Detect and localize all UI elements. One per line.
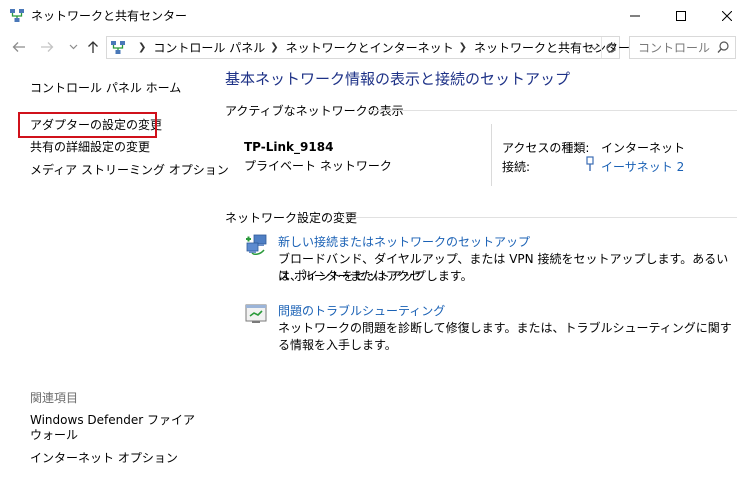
divider: [344, 217, 737, 218]
up-arrow-icon: [88, 41, 98, 53]
access-type-label: アクセスの種類:: [502, 141, 590, 155]
refresh-icon: [605, 42, 616, 53]
network-name: TP-Link_9184: [244, 140, 334, 154]
forward-button[interactable]: [38, 37, 56, 57]
chevron-down-icon: [590, 45, 598, 50]
back-arrow-icon: [12, 42, 25, 52]
search-box[interactable]: [629, 36, 736, 59]
title-bar: ネットワークと共有センター: [0, 0, 750, 32]
network-center-app-icon: [10, 9, 24, 22]
network-settings-label: ネットワーク設定の変更: [225, 211, 358, 225]
minimize-button[interactable]: [612, 0, 658, 32]
refresh-button[interactable]: [601, 37, 619, 58]
breadcrumb-control-panel[interactable]: コントロール パネル: [153, 39, 265, 56]
troubleshoot-link[interactable]: 問題のトラブルシューティング: [278, 302, 445, 319]
troubleshoot-icon: [245, 304, 267, 323]
address-bar[interactable]: ❯ コントロール パネル ❯ ネットワークとインターネット ❯ ネットワークと共…: [106, 36, 630, 59]
forward-arrow-icon: [41, 42, 54, 52]
network-type: プライベート ネットワーク: [244, 159, 392, 173]
maximize-icon: [676, 11, 686, 21]
sidebar-item-media-streaming[interactable]: メディア ストリーミング オプション: [30, 162, 229, 178]
minimize-icon: [630, 15, 640, 17]
up-button[interactable]: [84, 37, 102, 57]
sidebar-item-internet-options[interactable]: インターネット オプション: [30, 450, 178, 466]
page-title: 基本ネットワーク情報の表示と接続のセットアップ: [225, 70, 571, 88]
divider: [491, 124, 492, 186]
window-title: ネットワークと共有センター: [31, 9, 188, 23]
breadcrumb-network-internet[interactable]: ネットワークとインターネット: [286, 39, 454, 56]
new-connection-link[interactable]: 新しい接続またはネットワークのセットアップ: [278, 233, 530, 250]
network-setup-icon: [246, 234, 267, 255]
sidebar-item-firewall[interactable]: Windows Defender ファイアウォール: [30, 413, 200, 443]
back-button[interactable]: [10, 37, 28, 57]
sidebar-item-advanced-sharing[interactable]: 共有の詳細設定の変更: [30, 139, 150, 155]
address-dropdown-button[interactable]: [587, 37, 601, 58]
divider: [367, 110, 737, 111]
close-button[interactable]: [704, 0, 750, 32]
control-panel-home-link[interactable]: コントロール パネル ホーム: [30, 80, 181, 96]
search-input[interactable]: [630, 37, 714, 58]
ethernet-icon: [585, 156, 595, 175]
search-icon: [717, 41, 729, 53]
recent-locations-button[interactable]: [64, 37, 82, 57]
chevron-down-icon: [69, 44, 77, 50]
related-heading: 関連項目: [30, 391, 79, 405]
connection-link[interactable]: イーサネット 2: [601, 158, 684, 175]
chevron-right-icon[interactable]: ❯: [138, 42, 146, 53]
chevron-right-icon[interactable]: ❯: [459, 42, 467, 53]
highlight-box: [18, 112, 157, 138]
chevron-right-icon[interactable]: ❯: [270, 42, 278, 53]
new-connection-description-line2: ス ポイントをセットアップします。: [278, 269, 473, 283]
connection-label: 接続:: [502, 160, 531, 174]
breadcrumb: ❯ コントロール パネル ❯ ネットワークとインターネット ❯ ネットワークと共…: [133, 37, 630, 58]
troubleshoot-description: ネットワークの問題を診断して修復します。または、トラブルシューティングに関する情…: [278, 321, 732, 352]
maximize-button[interactable]: [658, 0, 704, 32]
network-location-icon: [111, 41, 125, 54]
close-icon: [722, 11, 732, 21]
access-type-value: インターネット: [601, 141, 686, 155]
